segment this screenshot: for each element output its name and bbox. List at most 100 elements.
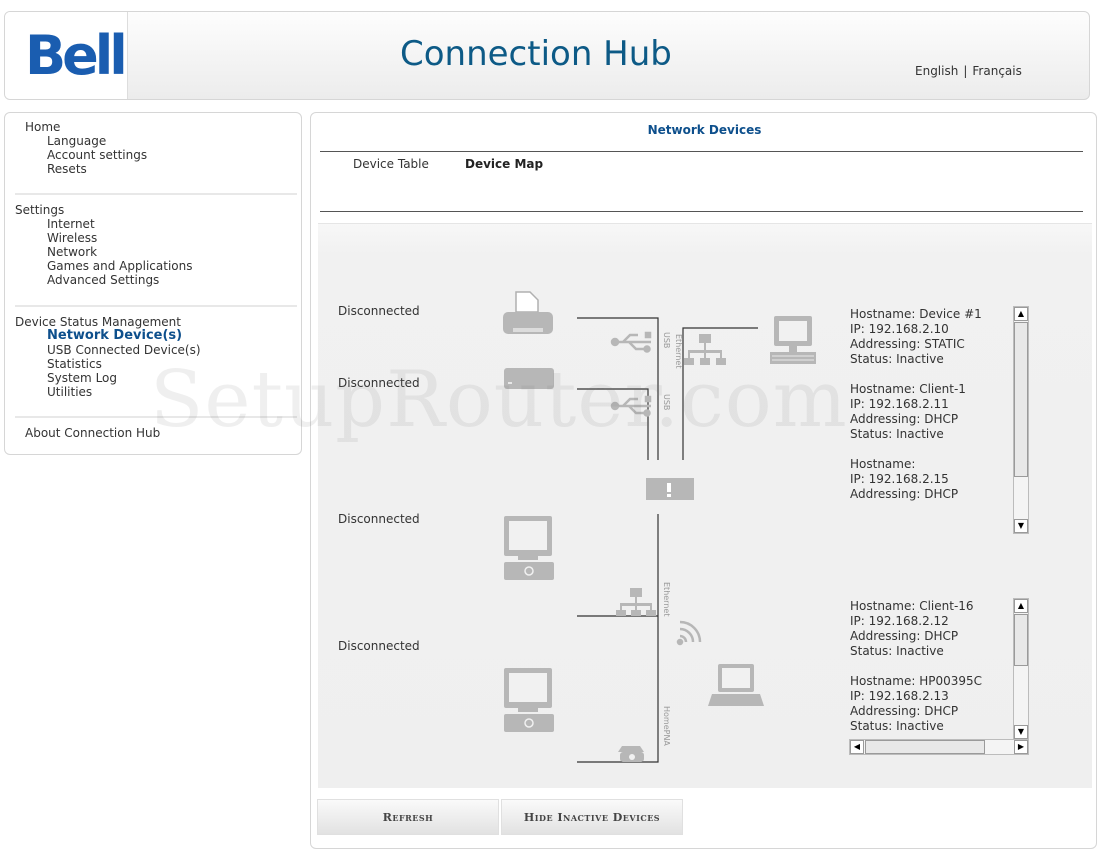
scroll-thumb[interactable] (1014, 322, 1028, 477)
device-ip: IP: 192.168.2.15 (850, 472, 949, 486)
sidebar-divider (15, 193, 297, 195)
device-ip: IP: 192.168.2.12 (850, 614, 949, 628)
network-switch-icon (616, 588, 656, 616)
laptop-icon[interactable] (708, 664, 764, 706)
sidebar-nav: Home Language Account settings Resets Se… (4, 112, 302, 455)
status-label: Disconnected (338, 304, 420, 318)
device-hostname: Hostname: Client-16 (850, 599, 974, 613)
wireless-list-scrollbar[interactable]: ▲ ▼ (1013, 598, 1029, 740)
network-switch-icon (684, 334, 726, 365)
logo-area: Bell (5, 12, 128, 99)
device-ip: IP: 192.168.2.13 (850, 689, 949, 703)
list-item[interactable]: Hostname: Client-16 IP: 192.168.2.12 Add… (850, 599, 1032, 659)
device-hostname: Hostname: Device #1 (850, 307, 982, 321)
language-english-link[interactable]: English (915, 64, 958, 78)
device-addressing: Addressing: DHCP (850, 629, 959, 643)
storage-drive-icon[interactable] (504, 368, 554, 389)
link-label-usb-1: USB (662, 332, 671, 348)
scroll-thumb[interactable] (1014, 614, 1028, 666)
wired-list-scrollbar[interactable]: ▲ ▼ (1013, 306, 1029, 534)
panel-title: Network Devices (647, 123, 762, 137)
device-status: Status: Inactive (850, 644, 944, 658)
tab-device-table[interactable]: Device Table (353, 157, 429, 171)
scroll-thumb[interactable] (865, 740, 985, 754)
sidebar-item-account-settings[interactable]: Account settings (47, 148, 147, 162)
scroll-down-arrow[interactable]: ▼ (1014, 519, 1028, 533)
device-addressing: Addressing: DHCP (850, 704, 959, 718)
wireless-device-list: Hostname: Client-16 IP: 192.168.2.12 Add… (850, 599, 1032, 739)
router-icon[interactable] (646, 478, 694, 500)
tab-rule-top (320, 151, 1083, 152)
device-addressing: Addressing: DHCP (850, 487, 959, 501)
link-label-ethernet-1: Ethernet (674, 334, 683, 368)
device-addressing: Addressing: STATIC (850, 337, 965, 351)
language-french-link[interactable]: Français (972, 64, 1021, 78)
sidebar-item-resets[interactable]: Resets (47, 162, 87, 176)
sidebar-item-games-and-applications[interactable]: Games and Applications (47, 259, 192, 273)
usb-icon (610, 395, 652, 417)
scroll-left-arrow[interactable]: ◀ (850, 740, 864, 754)
sidebar-settings[interactable]: Settings (15, 203, 64, 217)
sidebar-divider (15, 305, 297, 307)
refresh-button[interactable]: Refresh (317, 799, 499, 835)
hub-down-line (577, 514, 659, 763)
scroll-right-arrow[interactable]: ▶ (1014, 740, 1028, 754)
hide-inactive-devices-button[interactable]: Hide Inactive Devices (501, 799, 683, 835)
homepna-phone-icon (618, 746, 644, 762)
status-label: Disconnected (338, 639, 420, 653)
page-title: Connection Hub (400, 34, 672, 74)
sidebar-item-language[interactable]: Language (47, 134, 106, 148)
header-bar: Bell Connection Hub English | Français (4, 11, 1090, 100)
device-ip: IP: 192.168.2.10 (850, 322, 949, 336)
device-map: USB USB Ethernet Ethernet HomePNA Discon… (318, 223, 1092, 788)
tv-set-top-box-icon[interactable] (504, 668, 554, 732)
sidebar-divider (15, 416, 297, 418)
status-label: Disconnected (338, 376, 420, 390)
link-label-homepna: HomePNA (662, 706, 671, 746)
list-item[interactable]: Hostname: HP00395C IP: 192.168.2.13 Addr… (850, 674, 1032, 734)
sidebar-item-internet[interactable]: Internet (47, 217, 95, 231)
printer-icon[interactable] (503, 291, 553, 334)
scroll-up-arrow[interactable]: ▲ (1014, 307, 1028, 321)
device-status: Status: Inactive (850, 427, 944, 441)
list-item[interactable]: Hostname: Client-1 IP: 192.168.2.11 Addr… (850, 382, 1032, 442)
device-hostname: Hostname: Client-1 (850, 382, 966, 396)
wireless-list-hscrollbar[interactable]: ◀ ▶ (849, 739, 1029, 755)
wired-device-list: Hostname: Device #1 IP: 192.168.2.10 Add… (850, 307, 1032, 533)
sidebar-item-utilities[interactable]: Utilities (47, 385, 92, 399)
tv-set-top-box-icon[interactable] (504, 516, 554, 580)
device-status: Status: Inactive (850, 719, 944, 733)
device-ip: IP: 192.168.2.11 (850, 397, 949, 411)
device-hostname: Hostname: HP00395C (850, 674, 983, 688)
scroll-down-arrow[interactable]: ▼ (1014, 725, 1028, 739)
list-item[interactable]: Hostname: Device #1 IP: 192.168.2.10 Add… (850, 307, 1032, 367)
bell-logo[interactable]: Bell (25, 26, 128, 86)
sidebar-item-network[interactable]: Network (47, 245, 97, 259)
tab-device-map[interactable]: Device Map (465, 157, 543, 171)
ethernet-line (682, 327, 758, 460)
status-label: Disconnected (338, 512, 420, 526)
tab-rule-bottom (320, 211, 1083, 212)
sidebar-item-advanced-settings[interactable]: Advanced Settings (47, 273, 159, 287)
sidebar-item-system-log[interactable]: System Log (47, 371, 117, 385)
list-item[interactable]: Hostname: IP: 192.168.2.15 Addressing: D… (850, 457, 1032, 502)
sidebar-item-usb-connected-devices[interactable]: USB Connected Device(s) (47, 343, 201, 357)
sidebar-home[interactable]: Home (25, 120, 60, 134)
sidebar-item-statistics[interactable]: Statistics (47, 357, 102, 371)
language-switcher: English | Français (915, 64, 1022, 78)
link-label-usb-2: USB (662, 394, 671, 410)
device-status: Status: Inactive (850, 352, 944, 366)
device-hostname: Hostname: (850, 457, 916, 471)
sidebar-item-wireless[interactable]: Wireless (47, 231, 97, 245)
wifi-icon (676, 620, 702, 646)
network-devices-panel: Network Devices Device Table Device Map … (310, 112, 1097, 849)
sidebar-about-connection-hub[interactable]: About Connection Hub (25, 426, 160, 440)
language-separator: | (963, 64, 968, 78)
scroll-up-arrow[interactable]: ▲ (1014, 599, 1028, 613)
desktop-computer-icon[interactable] (770, 316, 816, 364)
device-addressing: Addressing: DHCP (850, 412, 959, 426)
usb-icon (610, 331, 652, 353)
sidebar-device-status-management[interactable]: Device Status Management (15, 315, 181, 329)
link-label-ethernet-2: Ethernet (662, 582, 671, 616)
sidebar-item-network-devices[interactable]: Network Device(s) (47, 328, 182, 343)
